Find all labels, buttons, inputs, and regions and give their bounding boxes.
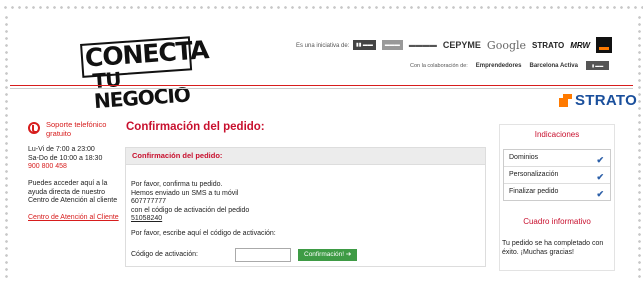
- confirm-line3: con el código de activación del pedido: [131, 206, 250, 214]
- confirm-line2: Hemos enviado un SMS a tu móvil: [131, 189, 239, 197]
- confirmation-panel: Confirmación del pedido: Por favor, conf…: [125, 147, 486, 267]
- strato-logo-text: STRATO: [575, 92, 638, 109]
- dotted-border-left: [0, 14, 10, 282]
- initiative-label: Es una iniciativa de:: [296, 43, 350, 49]
- step-label: Personalización: [509, 171, 559, 178]
- support-hours: Lu-Vi de 7:00 a 23:00 Sa-Do de 10:00 a 1…: [28, 146, 102, 172]
- strato-cube-icon: [559, 94, 572, 107]
- info-box-text: Tu pedido se ha completado con éxito. ¡M…: [502, 240, 604, 256]
- mrw-logo[interactable]: MRW: [570, 41, 590, 50]
- confirm-line1: Por favor, confirma tu pedido.: [131, 181, 223, 188]
- step-label: Dominios: [509, 154, 539, 161]
- sponsor-logos: ▮▮ ▬▬ ▬▬▬ ▬▬▬▬ CEPYME Google STRATO MRW: [353, 37, 613, 53]
- sponsor-logo-small[interactable]: ▬▬▬▬: [409, 42, 437, 49]
- step-label: Finalizar pedido: [509, 188, 559, 195]
- strato-logo[interactable]: STRATO: [559, 92, 637, 109]
- step-personalizacion[interactable]: Personalización ✔: [504, 167, 610, 184]
- collab-label: Con la colaboración de:: [410, 62, 468, 69]
- step-dominios[interactable]: Dominios ✔: [504, 150, 610, 167]
- emprendedores-logo[interactable]: Emprendedores: [476, 63, 522, 69]
- steps-list: Dominios ✔ Personalización ✔ Finalizar p…: [503, 149, 611, 201]
- ministry-logo-2[interactable]: ▬▬▬: [381, 40, 403, 50]
- checkmark-icon: ✔: [596, 155, 604, 165]
- step-finalizar[interactable]: Finalizar pedido ✔: [504, 184, 610, 200]
- header-divider-grey: [10, 88, 633, 89]
- header-divider-red: [10, 85, 633, 86]
- activation-code-label: Código de activación:: [131, 251, 198, 258]
- dotted-border-right: [633, 14, 643, 282]
- cepyme-logo[interactable]: CEPYME: [443, 40, 481, 50]
- collaboration-row: Con la colaboración de: Emprendedores Ba…: [410, 61, 610, 70]
- activation-code-input[interactable]: [235, 248, 291, 262]
- ministry-logo[interactable]: ▮▮ ▬▬: [353, 40, 376, 50]
- indicaciones-title: Indicaciones: [534, 130, 580, 139]
- info-sidebar: Indicaciones Dominios ✔ Personalización …: [499, 124, 615, 271]
- confirm-button[interactable]: Confirmación! ➔: [298, 249, 358, 261]
- checkmark-icon: ✔: [596, 172, 604, 182]
- panel-title: Confirmación del pedido:: [126, 148, 485, 165]
- ajuntament-logo[interactable]: ▮ ▬▬: [585, 61, 610, 70]
- support-phone: 900 800 458: [28, 163, 67, 170]
- order-code: 51058240: [131, 215, 163, 222]
- hours-weekend: Sa-Do de 10:00 a 18:30: [28, 154, 103, 162]
- dotted-border-top: [0, 0, 643, 14]
- orange-logo[interactable]: [596, 37, 613, 53]
- info-box-title: Cuadro informativo: [523, 217, 591, 226]
- phone-support-icon: [28, 122, 40, 134]
- help-text: Puedes acceder aquí a la ayuda directa d…: [28, 180, 118, 204]
- activation-prompt: Por favor, escribe aquí el código de act…: [131, 230, 276, 237]
- checkmark-icon: ✔: [596, 189, 604, 199]
- confirmation-message: Por favor, confirma tu pedido. Hemos env…: [131, 181, 249, 224]
- support-title: Soporte telefónico gratuito: [46, 120, 107, 138]
- customer-service-link[interactable]: Centro de Atención al Cliente: [28, 214, 119, 221]
- hours-weekday: Lu-Vi de 7:00 a 23:00: [28, 146, 95, 153]
- conecta-logo[interactable]: CONECTA TU NEGOCIO: [80, 35, 209, 113]
- google-logo[interactable]: Google: [487, 39, 526, 52]
- strato-sponsor-logo[interactable]: STRATO: [532, 41, 564, 50]
- mobile-number: 607777777: [131, 198, 167, 205]
- page-title: Confirmación del pedido:: [126, 121, 265, 133]
- barcelona-activa-logo[interactable]: Barcelona Activa: [529, 63, 577, 69]
